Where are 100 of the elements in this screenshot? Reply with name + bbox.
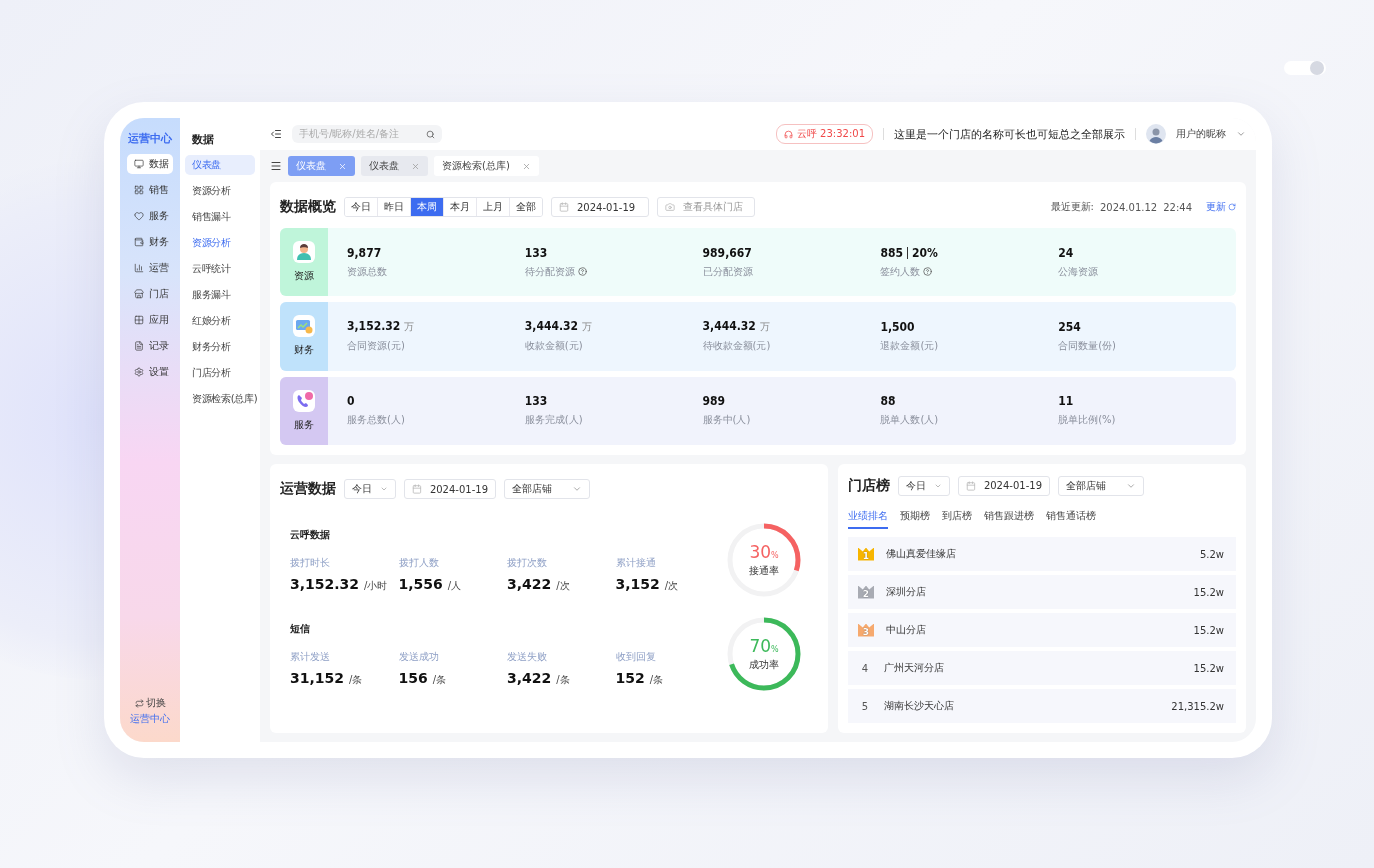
stat-value: 989,667	[702, 245, 752, 260]
stat-value: 1,500	[880, 320, 915, 334]
avatar[interactable]	[1146, 124, 1166, 144]
stat-label: 脱单比例(%)	[1058, 413, 1116, 428]
period-select[interactable]: 今日	[344, 479, 396, 499]
rank-number: 4	[860, 662, 870, 674]
stat-label: 服务完成(人)	[524, 413, 583, 428]
submenu-item[interactable]: 财务分析	[185, 337, 255, 357]
stat-label: 签约人数	[880, 264, 921, 279]
switch-link[interactable]: 切换	[134, 696, 166, 710]
submenu-item[interactable]: 云呼统计	[185, 259, 255, 279]
card-title: 门店榜	[848, 476, 890, 495]
submenu-item[interactable]: 红娘分析	[185, 311, 255, 331]
nav-item[interactable]: 记录	[127, 336, 173, 356]
ranking-tab[interactable]: 到店榜	[942, 509, 972, 529]
metric-label: 累计发送	[290, 649, 331, 664]
metric-value: 3,422	[507, 575, 552, 592]
nav-item[interactable]: 应用	[127, 310, 173, 330]
ranking-tab[interactable]: 预期榜	[900, 509, 930, 529]
category-label: 财务	[294, 343, 314, 358]
date-field[interactable]: 2024-01-19	[404, 479, 496, 499]
collapse-icon[interactable]	[270, 128, 282, 140]
period-select[interactable]: 今日	[898, 475, 950, 496]
stat-unit: 万	[582, 320, 593, 335]
store-name: 深圳分店	[886, 585, 927, 599]
range-tab[interactable]: 本周	[410, 198, 443, 216]
stat-value: 0	[347, 394, 355, 409]
stat-value: 989	[702, 394, 726, 409]
submenu-item[interactable]: 仪表盘	[185, 155, 255, 175]
nav-item[interactable]: 数据	[127, 154, 173, 174]
metric-label: 拨打次数	[507, 555, 548, 570]
metric-label: 累计接通	[615, 555, 657, 570]
submenu-item[interactable]: 资源检索(总库)	[185, 389, 255, 409]
stat-label: 服务总数(人)	[347, 413, 405, 428]
close-icon[interactable]	[338, 161, 347, 171]
help-icon[interactable]	[577, 267, 587, 277]
store-name: 湖南长沙天心店	[884, 699, 955, 713]
rank-medal: 3	[858, 623, 874, 637]
nav-item[interactable]: 财务	[127, 232, 173, 252]
ranking-tab[interactable]: 销售跟进榜	[984, 509, 1034, 529]
nav-item[interactable]: 服务	[127, 206, 173, 226]
metric-value: 3,152	[615, 575, 660, 592]
stat-label: 退款金额(元)	[880, 339, 939, 353]
stat-label: 已分配资源	[702, 264, 753, 279]
switch-target[interactable]: 运营中心	[130, 712, 170, 726]
menu-icon[interactable]	[270, 160, 282, 172]
metric-label: 拨打时长	[290, 555, 331, 570]
category-label: 资源	[294, 269, 314, 284]
submenu-item[interactable]: 资源分析	[185, 233, 255, 253]
phone-icon	[293, 389, 315, 412]
store-value: 5.2w	[1199, 548, 1224, 560]
store-value: 21,315.2w	[1171, 700, 1224, 712]
metric-value: 3,152.32	[290, 575, 360, 592]
metric-label: 发送成功	[398, 649, 440, 664]
gauge-label: 成功率	[749, 658, 779, 672]
stat-value: 3,152.32	[347, 319, 401, 334]
stat-unit: 万	[759, 320, 770, 335]
nav-item[interactable]: 设置	[127, 362, 173, 382]
updated-time: 22:44	[1163, 201, 1192, 213]
call-badge[interactable]: 云呼 23:32:01	[775, 124, 873, 144]
caret-icon[interactable]	[1236, 129, 1246, 139]
user-name[interactable]: 用户的昵称	[1176, 127, 1226, 141]
store-select[interactable]: 全部店铺	[1058, 475, 1144, 496]
caret-icon	[572, 484, 582, 494]
stat-value: 24	[1058, 245, 1074, 260]
help-icon[interactable]	[923, 267, 933, 277]
search-icon	[426, 129, 435, 139]
nav-item[interactable]: 销售	[127, 180, 173, 200]
calendar-icon	[966, 480, 976, 491]
stat-value: 88	[880, 394, 896, 409]
stat-value: 9,877	[347, 245, 382, 260]
gauge-value: 70	[749, 636, 771, 656]
ranking-tab[interactable]: 业绩排名	[848, 509, 888, 529]
person-icon	[293, 241, 315, 264]
submenu-item[interactable]: 门店分析	[185, 363, 255, 383]
close-icon[interactable]	[521, 161, 531, 171]
category-label: 服务	[294, 417, 314, 432]
refresh-link[interactable]: 更新	[1206, 200, 1236, 214]
submenu-item[interactable]: 资源分析	[185, 181, 255, 201]
metric-unit: /人	[447, 579, 462, 591]
close-icon[interactable]	[411, 161, 420, 171]
metric-unit: /条	[349, 673, 363, 685]
date-field[interactable]: 2024-01-19	[958, 475, 1050, 496]
stat-value: 885	[880, 245, 903, 260]
range-tab[interactable]: 全部	[509, 198, 542, 216]
ranking-tab[interactable]: 销售通话榜	[1046, 509, 1096, 529]
store-value: 15.2w	[1193, 586, 1224, 598]
rank-number: 5	[860, 700, 870, 712]
submenu-item[interactable]: 服务漏斗	[185, 285, 255, 305]
stat-label: 合同数量(份)	[1058, 339, 1116, 353]
nav-item[interactable]: 运营	[127, 258, 173, 278]
submenu-item[interactable]: 销售漏斗	[185, 207, 255, 227]
store-select[interactable]: 全部店铺	[504, 479, 590, 499]
page-tab[interactable]: 仪表盘	[361, 156, 428, 176]
stat-value: 133	[524, 245, 548, 260]
date-field[interactable]: 2024-01-19	[551, 197, 649, 217]
nav-item[interactable]: 门店	[127, 284, 173, 304]
submenu-title: 数据	[192, 132, 214, 147]
page-tab[interactable]: 资源检索(总库)	[434, 156, 539, 176]
camera-icon	[665, 202, 675, 212]
